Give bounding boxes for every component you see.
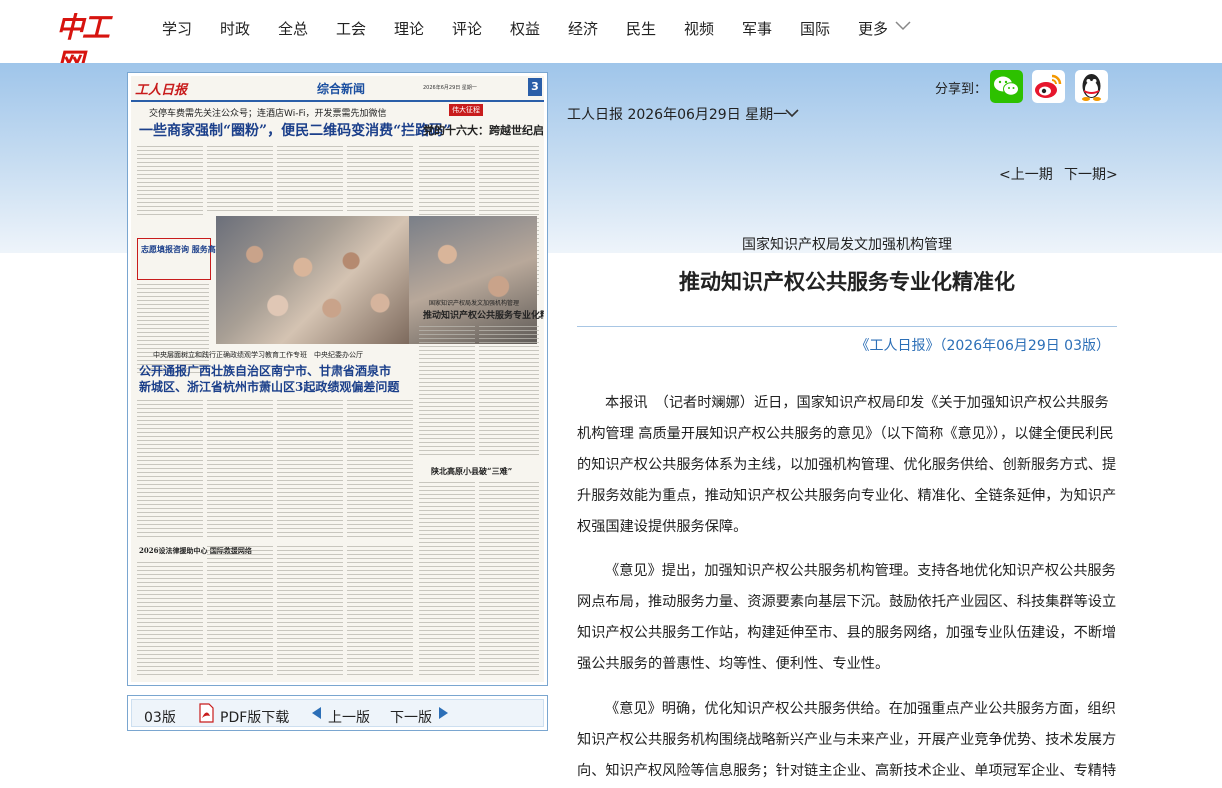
current-page-label: 03版 [144, 710, 176, 726]
nav-item-military[interactable]: 军事 [742, 18, 772, 39]
chevron-down-icon[interactable] [895, 20, 911, 32]
paper-mid-headline: 推动知识产权公共服务专业化精准化 [423, 311, 544, 321]
next-issue-link[interactable]: 下一期> [1064, 164, 1118, 184]
pdf-download-link[interactable]: PDF版下载 [220, 707, 289, 727]
divider [577, 326, 1117, 327]
wechat-share-icon[interactable] [990, 70, 1023, 103]
paper-section-title: 综合新闻 [317, 82, 366, 96]
paper-text-column [207, 400, 273, 540]
nav-item-union[interactable]: 工会 [336, 18, 366, 39]
paper-text-column [347, 546, 413, 676]
paper-right-lower-headline: 陕北高原小县破“三难” [431, 466, 513, 476]
paper-photo-crowd [216, 216, 409, 344]
article-kicker: 国家知识产权局发文加强机构管理 [742, 237, 952, 253]
paper-text-column [277, 546, 343, 676]
pdf-icon[interactable] [197, 703, 215, 723]
nav-item-livelihood[interactable]: 民生 [626, 18, 656, 39]
nav-item-comment[interactable]: 评论 [452, 18, 482, 39]
qq-icon [1082, 74, 1101, 101]
nav-item-theory[interactable]: 理论 [394, 18, 424, 39]
triangle-left-icon[interactable] [312, 707, 322, 719]
top-navigation: 中工网 学习 时政 全总 工会 理论 评论 权益 经济 民生 视频 军事 国际 … [0, 0, 1222, 80]
paper-text-column [347, 400, 413, 540]
page-pager: 03版 PDF版下载 上一版 下一版 [127, 695, 548, 731]
paper-page-number: 3 [528, 78, 542, 96]
paper-masthead: 工人日报 综合新闻 2026年6月29日 星期一 3 [131, 76, 544, 102]
site-logo[interactable]: 中工网 [56, 10, 122, 80]
paper-text-column [137, 400, 203, 540]
article-paragraph: 《意见》明确，优化知识产权公共服务供给。在加强重点产业公共服务方面，组织知识产权… [577, 701, 1117, 779]
paper-lower-headline-2: 新城区、浙江省杭州市萧山区3起政绩观偏差问题 [139, 380, 400, 394]
paper-lower-subhead: 中央层面树立和践行正确政绩观学习教育工作专班 中央纪委办公厅 [153, 351, 363, 359]
article-headline: 推动知识产权公共服务专业化精准化 [679, 270, 1015, 294]
paper-text-column [479, 326, 539, 456]
nav-item-rights[interactable]: 权益 [510, 18, 540, 39]
article-source: 《工人日报》（2026年06月29日 03版） [855, 338, 1110, 354]
article-paragraph: 本报讯 （记者时斓娜）近日，国家知识产权局印发《关于加强知识产权公共服务机构管理… [577, 395, 1117, 535]
paper-text-column [137, 562, 203, 676]
newspaper-page-image[interactable]: 工人日报 综合新闻 2026年6月29日 星期一 3 交停车费需先关注公众号；连… [131, 76, 544, 682]
paper-text-column [207, 546, 273, 676]
paper-right-tag: 伟大征程 [449, 104, 483, 116]
paper-right-headline: 党的十六大：跨越世纪启新程 [423, 124, 544, 137]
newspaper-page-frame: 工人日报 综合新闻 2026年6月29日 星期一 3 交停车费需先关注公众号；连… [127, 72, 548, 686]
paper-text-column [137, 146, 203, 216]
nav-item-world[interactable]: 国际 [800, 18, 830, 39]
qq-share-icon[interactable] [1075, 70, 1108, 103]
paper-text-column [207, 146, 273, 214]
prev-issue-link[interactable]: <上一期 [999, 164, 1053, 184]
nav-item-acftu[interactable]: 全总 [278, 18, 308, 39]
wechat-icon [994, 76, 1019, 96]
share-label: 分享到： [935, 82, 988, 97]
triangle-right-icon[interactable] [438, 707, 448, 719]
nav-item-economy[interactable]: 经济 [568, 18, 598, 39]
paper-lower-headline-1: 公开通报广西壮族自治区南宁市、甘肃省酒泉市 [139, 364, 392, 378]
paper-text-column [277, 146, 343, 214]
nav-item-politics[interactable]: 时政 [220, 18, 250, 39]
paper-top-subhead: 交停车费需先关注公众号；连酒店Wi-Fi，开发票需先加微信 [149, 109, 387, 119]
paper-text-column [137, 284, 209, 374]
next-page-link[interactable]: 下一版 [390, 707, 432, 727]
paper-text-column [277, 400, 343, 540]
paper-text-column [347, 146, 413, 214]
chevron-down-icon[interactable] [785, 108, 799, 118]
nav-item-more[interactable]: 更多 [858, 18, 888, 39]
article-paragraph: 《意见》提出，加强知识产权公共服务机构管理。支持各地优化知识产权公共服务网点布局… [577, 563, 1117, 672]
nav-item-study[interactable]: 学习 [162, 18, 192, 39]
paper-text-column [419, 482, 475, 676]
weibo-icon [1035, 74, 1062, 98]
pager-inner: 03版 PDF版下载 上一版 下一版 [131, 699, 544, 727]
weibo-share-icon[interactable] [1032, 70, 1065, 103]
edition-date-selector[interactable]: 工人日报 2026年06月29日 星期一 [567, 104, 787, 124]
paper-top-headline: 一些商家强制“圈粉”，便民二维码变消费“拦路码” [139, 123, 452, 139]
paper-photo-side [409, 216, 537, 344]
prev-page-link[interactable]: 上一版 [328, 707, 370, 727]
paper-mid-kicker: 国家知识产权局发文加强机构管理 [429, 300, 520, 307]
paper-brand: 工人日报 [135, 83, 188, 98]
paper-text-column [419, 326, 475, 456]
paper-text-column [479, 482, 539, 676]
nav-item-video[interactable]: 视频 [684, 18, 714, 39]
paper-date: 2026年6月29日 星期一 [423, 85, 477, 91]
